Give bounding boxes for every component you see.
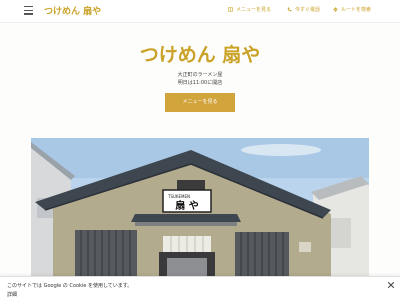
close-icon[interactable] [387,281,395,289]
nav-view-menu[interactable]: メニューを見る [228,6,271,13]
hamburger-icon[interactable] [24,6,33,15]
cookie-details-link[interactable]: 詳細 [7,291,17,298]
site-name[interactable]: つけめん 扇や [44,4,101,17]
nav-get-directions-label: ルートを検索 [341,7,372,13]
nav-view-menu-label: メニューを見る [236,7,272,13]
cookie-notice-text: このサイトでは Google の Cookie を使用しています。 [7,283,133,289]
cookie-banner: このサイトでは Google の Cookie を使用しています。 詳細 [0,276,400,301]
top-app-bar: つけめん 扇や メニューを見る 今すぐ電話 ルートを検索 [0,0,400,23]
nav-call-now[interactable]: 今すぐ電話 [287,6,320,13]
opening-hours-status: 明日は11:00に開店 [177,80,223,86]
nav-get-directions[interactable]: ルートを検索 [333,6,371,13]
storefront-photo: TSUKEMEN 扇 や [31,138,369,278]
nav-call-now-label: 今すぐ電話 [295,7,321,13]
directions-icon [333,7,338,12]
sign-main-text: 扇 や [175,199,198,212]
hero-description: 大正町のラーメン屋 [177,72,223,78]
sign-small-text: TSUKEMEN [167,194,190,199]
menu-book-icon [228,7,233,12]
hero-title: つけめん 扇や [139,44,261,66]
phone-icon [287,7,292,12]
view-menu-button[interactable]: メニューを見る [165,93,235,112]
